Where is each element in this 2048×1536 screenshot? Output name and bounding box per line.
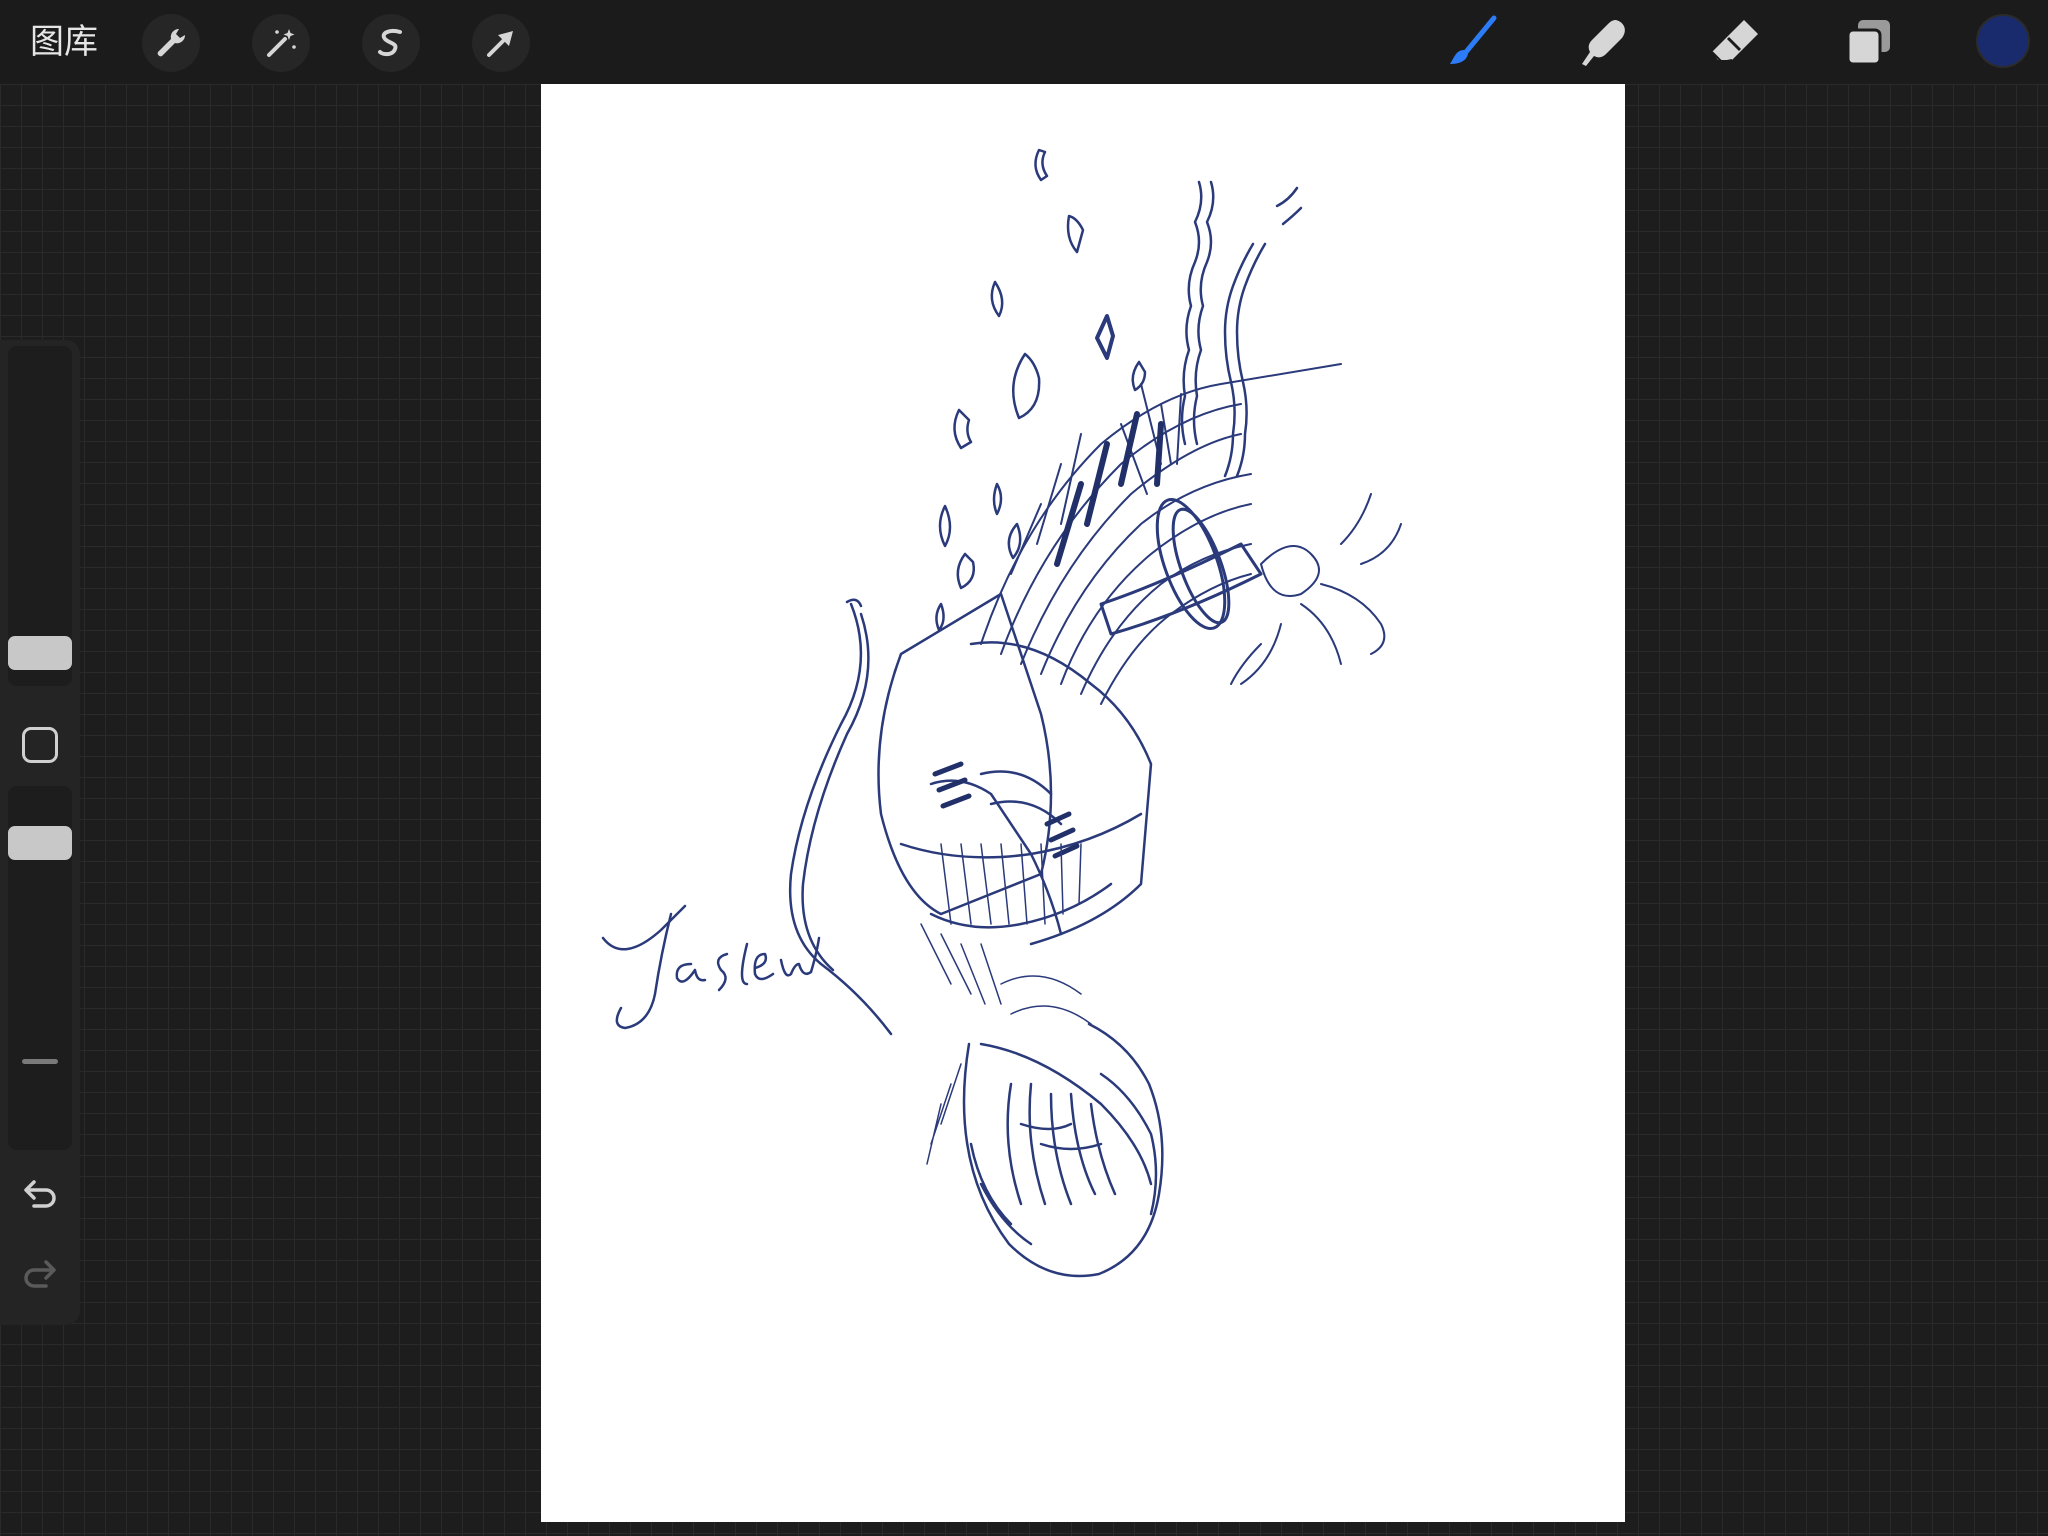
- sidebar-divider: [22, 1059, 58, 1064]
- color-picker-button[interactable]: [1976, 14, 2030, 68]
- transform-button[interactable]: [472, 14, 530, 72]
- magic-wand-icon: [267, 29, 296, 57]
- selection-s-icon: [378, 28, 402, 57]
- left-sidebar: [0, 340, 80, 1325]
- brush-button[interactable]: [1442, 12, 1502, 72]
- eraser-icon: [1711, 20, 1758, 64]
- redo-icon: [24, 1260, 56, 1288]
- arrow-cursor-icon: [487, 31, 513, 57]
- brush-size-slider[interactable]: [8, 346, 72, 686]
- layers-button[interactable]: [1838, 12, 1898, 72]
- actions-button[interactable]: [142, 14, 200, 72]
- adjustments-button[interactable]: [252, 14, 310, 72]
- smudge-button[interactable]: [1574, 12, 1634, 72]
- drawing-canvas[interactable]: [541, 84, 1625, 1522]
- undo-icon: [24, 1180, 56, 1208]
- eraser-button[interactable]: [1706, 12, 1766, 72]
- top-toolbar: 图库: [0, 0, 2048, 84]
- brush-size-handle[interactable]: [8, 636, 72, 670]
- gallery-button[interactable]: 图库: [30, 18, 98, 66]
- modify-button[interactable]: [22, 727, 58, 763]
- redo-button[interactable]: [18, 1252, 62, 1296]
- opacity-handle[interactable]: [8, 826, 72, 860]
- smudge-icon: [1582, 20, 1625, 66]
- undo-button[interactable]: [18, 1172, 62, 1216]
- sketch-artwork: [601, 148, 1402, 1278]
- layers-icon: [1846, 20, 1890, 66]
- selection-button[interactable]: [362, 14, 420, 72]
- wrench-icon: [157, 28, 186, 57]
- brush-icon: [1450, 15, 1497, 64]
